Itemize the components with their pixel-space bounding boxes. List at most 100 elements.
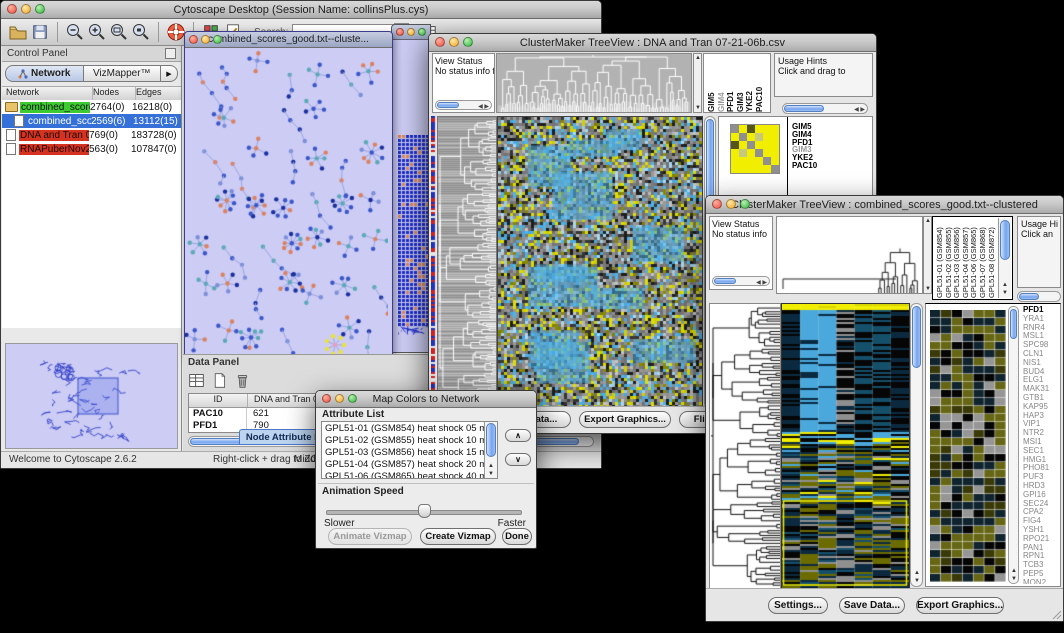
attr-col-id[interactable]: ID — [189, 394, 248, 407]
zoom-out-icon[interactable] — [64, 21, 86, 43]
zoom-in-icon[interactable] — [86, 21, 108, 43]
tv1-gene-dendrogram[interactable] — [437, 116, 497, 411]
tv1-dendro-scroll-strip[interactable]: ▲ ▼ — [693, 53, 702, 113]
network-graph-canvas[interactable] — [185, 48, 388, 356]
tv1-global-strip[interactable] — [431, 116, 436, 409]
mini-heatmap-cell — [771, 165, 779, 173]
network-list-row[interactable]: DNA and Tran 07769(0)183728(0) — [2, 128, 181, 142]
move-down-button[interactable]: ∨ — [505, 453, 531, 466]
open-session-icon[interactable] — [7, 21, 29, 43]
network-overview-canvas[interactable] — [6, 344, 177, 448]
tv2-column-dendrogram[interactable] — [776, 216, 923, 294]
folder-icon — [5, 102, 18, 112]
attribute-list-item[interactable]: GPL51-03 (GSM856) heat shock 15 min — [322, 447, 484, 459]
network-list-row[interactable]: combined_scores2764(0)16218(0) — [2, 100, 181, 114]
attribute-list-item[interactable]: GPL51-02 (GSM855) heat shock 10 min — [322, 435, 484, 447]
zoom-button[interactable] — [463, 37, 473, 47]
mini-heatmap-cell — [755, 133, 763, 141]
mini-heatmap-cell — [739, 125, 747, 133]
view-status-scrollbar[interactable]: ◀ ▶ — [712, 276, 770, 286]
tab-vizmapper[interactable]: VizMapper™ — [84, 65, 162, 82]
tab-overflow-icon[interactable]: ▶ — [161, 65, 178, 82]
zoom-button[interactable] — [35, 4, 45, 14]
animation-speed-slider[interactable] — [326, 504, 522, 518]
done-button[interactable]: Done — [502, 528, 532, 545]
new-attribute-icon[interactable] — [210, 371, 228, 389]
zoom-selected-icon[interactable] — [130, 21, 152, 43]
attribute-list-vscrollbar[interactable]: ▲ ▼ — [484, 422, 497, 478]
tv2-column-label: GPL51-08 (GSM872) — [987, 218, 996, 298]
network-list-row[interactable]: combined_sco2569(6)13112(15) — [2, 114, 181, 128]
move-up-button[interactable]: ∧ — [505, 429, 531, 442]
treeview2-titlebar[interactable]: ClusterMaker TreeView : combined_scores_… — [706, 196, 1063, 214]
attribute-select-icon[interactable] — [187, 371, 205, 389]
attribute-list-item[interactable]: GPL51-06 (GSM865) heat shock 40 min — [322, 471, 484, 479]
zoom-fit-icon[interactable] — [108, 21, 130, 43]
treeview1-titlebar[interactable]: ClusterMaker TreeView : DNA and Tran 07-… — [429, 34, 876, 52]
tv1-right-hscrollbar[interactable]: ◀ ▶ — [782, 103, 868, 114]
close-button[interactable] — [712, 199, 722, 209]
network-name[interactable]: DNA and Tran 07 — [19, 130, 89, 141]
minimize-button[interactable] — [449, 37, 459, 47]
tv2-heatmap-canvas[interactable] — [781, 303, 910, 589]
col-header-nodes[interactable]: Nodes — [93, 87, 136, 100]
zoom-button[interactable] — [213, 35, 222, 44]
minimize-button[interactable] — [726, 199, 736, 209]
delete-attribute-icon[interactable] — [233, 371, 251, 389]
close-button[interactable] — [435, 37, 445, 47]
tv2-dendro-scroll-strip[interactable]: ▲ ▼ — [923, 216, 932, 294]
minimize-button[interactable] — [21, 4, 31, 14]
resize-grip-icon[interactable] — [1050, 608, 1062, 620]
export-graphics-button[interactable]: Export Graphics... — [579, 411, 671, 428]
settings-button[interactable]: Settings... — [768, 597, 828, 614]
slider-thumb[interactable] — [418, 504, 431, 518]
network-name[interactable]: combined_scores — [20, 102, 90, 113]
tv2-heatmap-vscrollbar[interactable]: ▲ ▼ — [910, 303, 923, 587]
dense-network-canvas[interactable] — [398, 135, 428, 335]
network-name[interactable]: combined_sco — [27, 116, 91, 127]
gene-label[interactable]: MON2 — [1023, 579, 1061, 584]
zoom-button[interactable] — [418, 28, 426, 36]
tv1-column-dendrogram[interactable] — [496, 53, 692, 113]
close-button[interactable] — [189, 35, 198, 44]
network-edges: 13112(15) — [133, 116, 181, 127]
save-data-button[interactable]: Save Data... — [839, 597, 905, 614]
zoom-button[interactable] — [740, 199, 750, 209]
tv2-column-label: GPL51-02 (GSM855) — [944, 218, 953, 298]
create-vizmap-button[interactable]: Create Vizmap — [420, 528, 496, 545]
save-session-icon[interactable] — [29, 21, 51, 43]
tv2-column-vscrollbar[interactable]: ▲ ▼ — [998, 218, 1011, 298]
minimize-button[interactable] — [201, 35, 210, 44]
close-button[interactable] — [322, 394, 331, 403]
file-icon — [6, 129, 16, 141]
tv2-zoom-heatmap-canvas[interactable] — [930, 310, 1006, 582]
tv2-zoom-vscrollbar[interactable]: ▲ ▼ — [1008, 306, 1019, 584]
network-list-row[interactable]: RNAPuberNov2+563(0)107847(0) — [2, 142, 181, 156]
network-edges: 107847(0) — [131, 144, 181, 155]
mini-heatmap-cell — [771, 141, 779, 149]
minimize-button[interactable] — [407, 28, 415, 36]
float-panel-icon[interactable] — [165, 48, 176, 59]
view-status-scrollbar[interactable]: ◀ ▶ — [435, 100, 492, 110]
animate-vizmap-button[interactable]: Animate Vizmap — [328, 528, 412, 545]
tv2-gene-dendrogram[interactable] — [709, 303, 781, 589]
network-edges: 16218(0) — [132, 102, 181, 113]
map-dialog-titlebar[interactable]: Map Colors to Network — [316, 391, 536, 408]
col-header-network[interactable]: Network — [2, 87, 93, 100]
attribute-list-item[interactable]: GPL51-01 (GSM854) heat shock 05 min — [322, 423, 484, 435]
close-button[interactable] — [396, 28, 404, 36]
tv1-mini-heatmap[interactable] — [730, 124, 780, 174]
network-name[interactable]: RNAPuberNov2+ — [19, 144, 89, 155]
export-graphics-button[interactable]: Export Graphics... — [916, 597, 1004, 614]
tab-network[interactable]: Network — [5, 65, 84, 82]
minimize-button[interactable] — [335, 394, 344, 403]
tv2-usage-hscrollbar[interactable] — [1017, 291, 1061, 302]
col-header-edges[interactable]: Edges — [136, 87, 181, 100]
mini-heatmap-cell — [771, 157, 779, 165]
zoom-button[interactable] — [348, 394, 357, 403]
tv1-heatmap-canvas[interactable] — [497, 116, 703, 411]
close-button[interactable] — [7, 4, 17, 14]
attribute-list-item[interactable]: GPL51-04 (GSM857) heat shock 20 min — [322, 459, 484, 471]
tv2-column-label-box: GPL51-01 (GSM854)GPL51-02 (GSM855)GPL51-… — [932, 216, 1013, 300]
main-titlebar[interactable]: Cytoscape Desktop (Session Name: collins… — [1, 1, 601, 19]
